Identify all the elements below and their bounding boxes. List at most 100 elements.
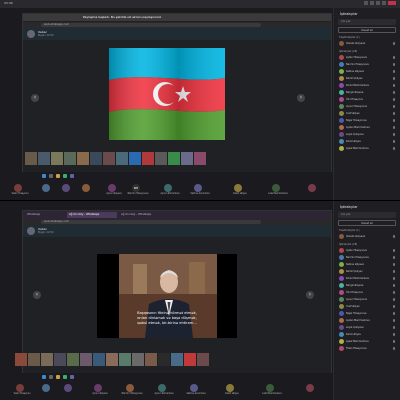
participant-row[interactable]: Ramil Quliyev: [334, 268, 400, 275]
media-thumbnail[interactable]: [184, 353, 196, 366]
participant-search-input[interactable]: Adı yaz: [338, 212, 396, 218]
participant-row[interactable]: Aynur Hüseynova: [334, 296, 400, 303]
media-thumbnail[interactable]: [15, 353, 27, 366]
media-thumbnail[interactable]: [181, 152, 193, 165]
participant-row[interactable]: Səbinə Əliyeva: [334, 261, 400, 268]
media-thumbnail[interactable]: [90, 152, 102, 165]
media-thumbnail[interactable]: [25, 152, 37, 165]
participant-row[interactable]: Aydan Məmmədova: [334, 124, 400, 131]
browser-icon[interactable]: [63, 174, 67, 178]
media-thumbnail[interactable]: [158, 353, 170, 366]
media-thumbnail[interactable]: [64, 152, 76, 165]
media-thumbnail[interactable]: [197, 353, 209, 366]
media-thumbnail[interactable]: [28, 353, 40, 366]
participant-row[interactable]: Aytən Hüseynova: [334, 247, 400, 254]
participant-row[interactable]: Nərgiz Əliyeva: [334, 89, 400, 96]
media-thumbnail[interactable]: [41, 353, 53, 366]
media-thumbnail[interactable]: [51, 152, 63, 165]
participant-row[interactable]: Aydan Məmmədova: [334, 317, 400, 324]
meeting-controls: [364, 1, 396, 5]
participant-row[interactable]: Fidan Hüseynova: [334, 345, 400, 352]
participant-row[interactable]: Ülvi Hüseynov: [334, 96, 400, 103]
media-thumbnail[interactable]: [67, 353, 79, 366]
participant-row[interactable]: Vüsalə Quliyeva: [334, 40, 400, 47]
browser-tab[interactable]: Ağ Ulu Göy - WhatsApp: [119, 212, 169, 218]
next-media-button[interactable]: ›: [297, 94, 305, 102]
presenters-section[interactable]: Təqdimatçılar (1): [334, 226, 400, 233]
presenters-section[interactable]: Təqdimatçılar (1): [334, 33, 400, 40]
explorer-icon[interactable]: [56, 375, 60, 379]
leave-button[interactable]: [388, 1, 396, 5]
participant-row[interactable]: Aytən Hüseynova: [334, 54, 400, 61]
people-icon[interactable]: [370, 1, 374, 5]
participant-row[interactable]: Yusif Əliyev: [334, 110, 400, 117]
attendee-tile[interactable]: Kamil Əliyev: [220, 184, 260, 196]
media-thumbnail[interactable]: [54, 353, 66, 366]
media-thumbnail[interactable]: [168, 152, 180, 165]
participant-row[interactable]: Kamil Əliyev: [334, 138, 400, 145]
start-icon[interactable]: [42, 375, 46, 379]
media-thumbnail[interactable]: [77, 152, 89, 165]
media-thumbnail[interactable]: [106, 353, 118, 366]
mic-icon[interactable]: [382, 1, 386, 5]
participant-row[interactable]: Nigar Hüseynova: [334, 117, 400, 124]
attendee-tile[interactable]: Lalə Məmmədova: [258, 184, 298, 196]
browser-tab[interactable]: WhatsApp: [25, 212, 65, 218]
attendee-tile[interactable]: Səbinə Axundova: [180, 184, 220, 196]
media-thumbnail[interactable]: [194, 152, 206, 165]
mic-icon: [393, 70, 395, 73]
browser-icon[interactable]: [63, 375, 67, 379]
media-thumbnail[interactable]: [142, 152, 154, 165]
attendees-section[interactable]: İştirakçılar (28): [334, 47, 400, 54]
media-thumbnail[interactable]: [80, 353, 92, 366]
media-thumbnail[interactable]: [145, 353, 157, 366]
media-thumbnail[interactable]: [171, 353, 183, 366]
media-thumbnail[interactable]: [132, 353, 144, 366]
media-thumbnail[interactable]: [38, 152, 50, 165]
attendee-tile[interactable]: Lalə Məmmədova: [252, 384, 292, 396]
participant-row[interactable]: Ramil Quliyev: [334, 75, 400, 82]
participant-row[interactable]: Aynur Hüseynova: [334, 103, 400, 110]
attendee-tile[interactable]: Səbinə Axundova: [176, 384, 216, 396]
participant-search-input[interactable]: Adı yaz: [338, 19, 396, 25]
attendees-section[interactable]: İştirakçılar (28): [334, 240, 400, 247]
participant-row[interactable]: Könül Məmmədova: [334, 82, 400, 89]
participant-row[interactable]: Yusif Əliyev: [334, 303, 400, 310]
participant-row[interactable]: Nərmin Hüseynova: [334, 254, 400, 261]
participant-row[interactable]: Nərmin Hüseynova: [334, 61, 400, 68]
participant-row[interactable]: Aysel Məmmədova: [334, 338, 400, 345]
participant-row[interactable]: Kamil Əliyev: [334, 331, 400, 338]
chat-icon[interactable]: [364, 1, 368, 5]
previous-media-button[interactable]: ‹: [31, 94, 39, 102]
start-icon[interactable]: [42, 174, 46, 178]
participant-row[interactable]: Səbinə Əliyeva: [334, 68, 400, 75]
participant-row[interactable]: Aysel Məmmədova: [334, 145, 400, 152]
url-field[interactable]: web.whatsapp.com: [41, 23, 261, 27]
search-icon[interactable]: [49, 174, 53, 178]
next-media-button[interactable]: ›: [306, 291, 314, 299]
participant-row[interactable]: Vüsalə Quliyeva: [334, 233, 400, 240]
participant-row[interactable]: Ülvi Hüseynov: [334, 289, 400, 296]
media-thumbnail[interactable]: [116, 152, 128, 165]
url-field[interactable]: web.whatsapp.com: [41, 220, 261, 224]
participant-row[interactable]: Leyla Quliyeva: [334, 131, 400, 138]
explorer-icon[interactable]: [56, 174, 60, 178]
participant-row[interactable]: Könül Məmmədova: [334, 275, 400, 282]
participant-row[interactable]: Leyla Quliyeva: [334, 324, 400, 331]
media-thumbnail[interactable]: [103, 152, 115, 165]
participant-row[interactable]: Nərgiz Əliyeva: [334, 282, 400, 289]
camera-icon[interactable]: [376, 1, 380, 5]
teams-icon[interactable]: [70, 174, 74, 178]
media-thumbnail[interactable]: [119, 353, 131, 366]
media-thumbnail[interactable]: [93, 353, 105, 366]
media-thumbnail[interactable]: [155, 152, 167, 165]
attendee-tile[interactable]: Kamil Əliyev: [212, 384, 252, 396]
search-icon[interactable]: [49, 375, 53, 379]
attendee-tile[interactable]: [292, 384, 332, 396]
teams-icon[interactable]: [70, 375, 74, 379]
media-thumbnail[interactable]: [129, 152, 141, 165]
participant-row[interactable]: Nigar Hüseynova: [334, 310, 400, 317]
browser-tab[interactable]: Ağ Ulu Göy - WhatsApp: [67, 212, 117, 218]
attendee-tile[interactable]: [294, 184, 334, 196]
previous-media-button[interactable]: ‹: [33, 291, 41, 299]
